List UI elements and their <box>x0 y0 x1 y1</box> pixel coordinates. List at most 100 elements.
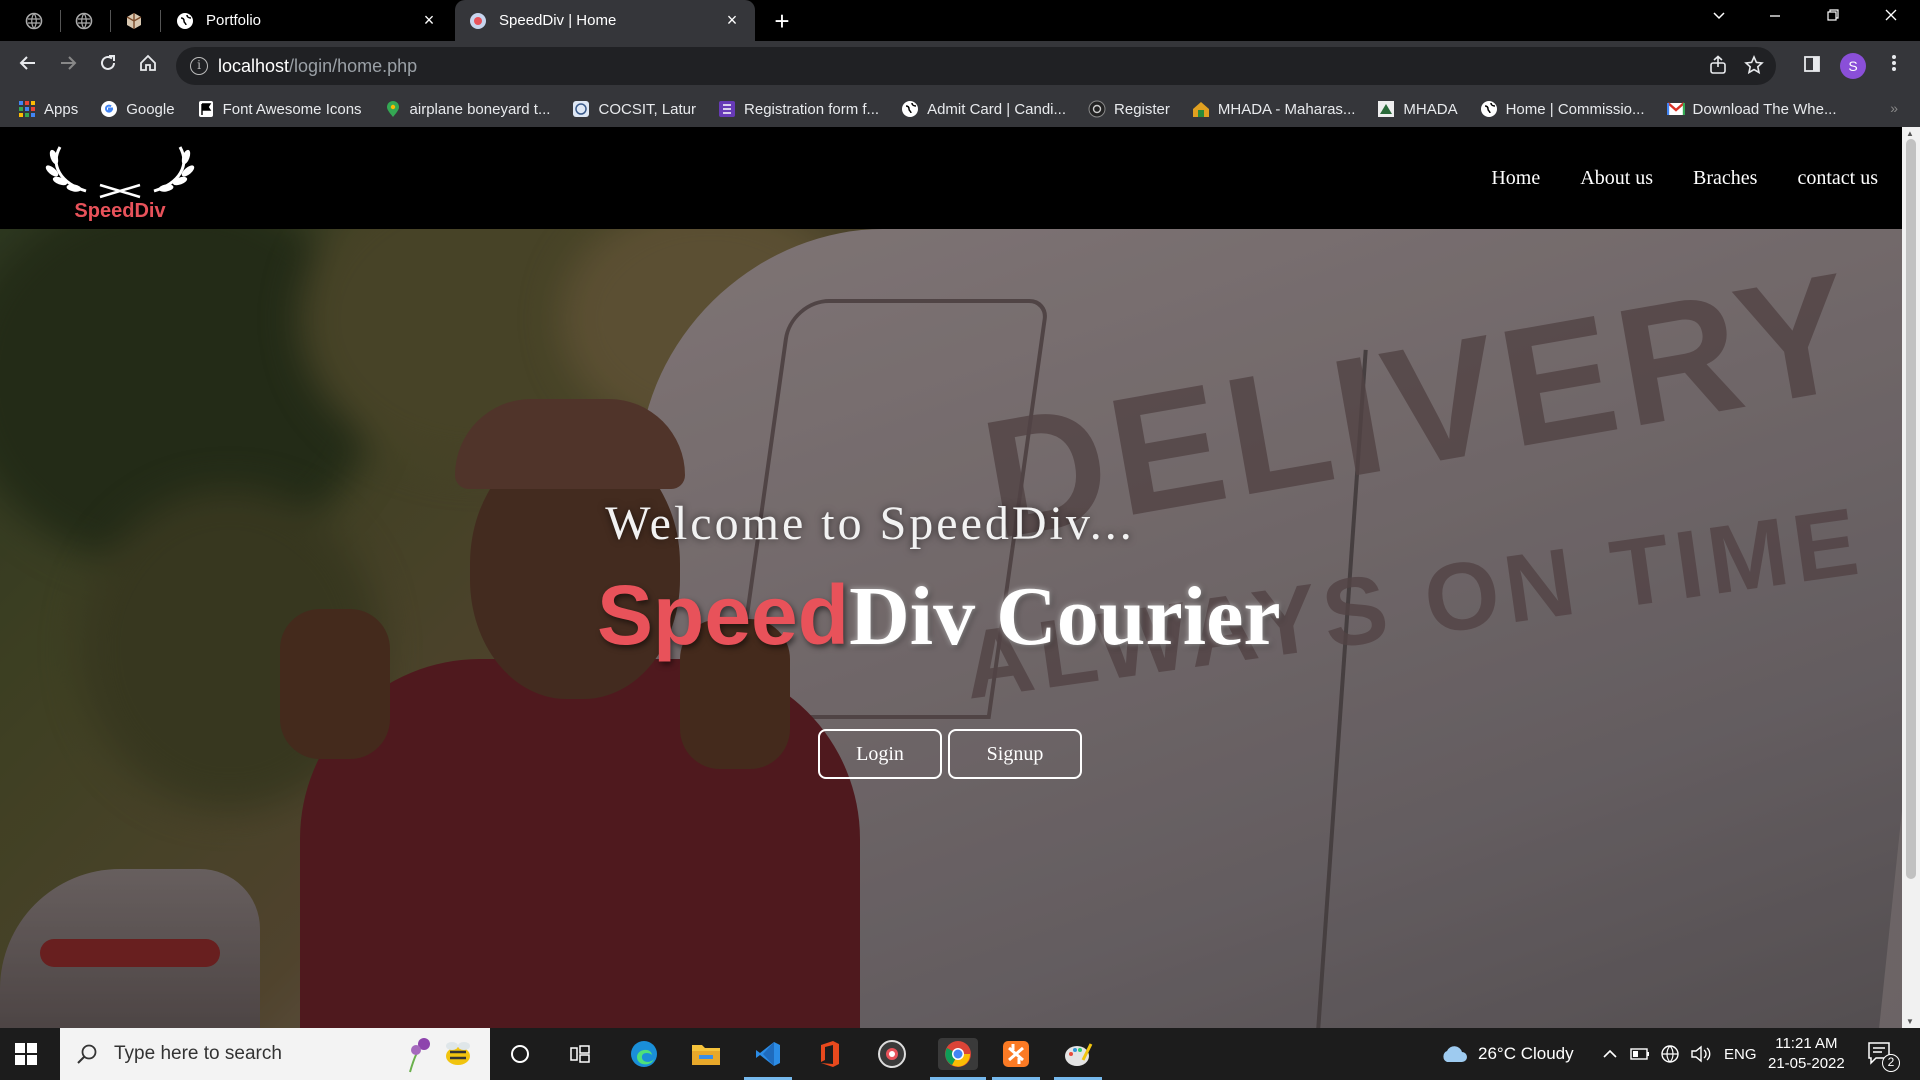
tab-title: SpeedDiv | Home <box>499 12 617 29</box>
back-icon[interactable] <box>14 53 42 81</box>
login-button[interactable]: Login <box>818 729 942 779</box>
speeddiv-logo[interactable]: SpeedDiv <box>40 135 200 223</box>
page-viewport: SpeedDiv Home About us Braches contact u… <box>0 127 1902 1028</box>
bookmark-mhada[interactable]: MHADA <box>1377 100 1458 118</box>
more-bookmarks-chevron[interactable]: » <box>1890 100 1898 116</box>
battery-icon[interactable] <box>1630 1028 1650 1080</box>
nav-home[interactable]: Home <box>1491 167 1540 190</box>
bookmark-register[interactable]: Register <box>1088 100 1170 118</box>
minimize-icon[interactable] <box>1760 6 1790 27</box>
paint-icon[interactable] <box>1054 1038 1102 1080</box>
url-path: /login/home.php <box>289 56 418 76</box>
search-placeholder: Type here to search <box>114 1043 282 1064</box>
bookmark-home-commission[interactable]: Home | Commissio... <box>1480 100 1645 118</box>
taskbar-search-box[interactable]: Type here to search <box>60 1028 490 1080</box>
google-icon <box>101 101 118 117</box>
welcome-heading: Welcome to SpeedDiv... <box>605 497 1135 550</box>
bookmark-label: airplane boneyard t... <box>409 100 551 118</box>
forward-icon[interactable] <box>54 53 82 81</box>
browser-tab-strip: Portfolio × SpeedDiv | Home × + <box>0 0 1920 41</box>
weather-widget[interactable]: 26°C Cloudy <box>1440 1028 1574 1080</box>
bookmark-label: Home | Commissio... <box>1505 100 1645 118</box>
nav-contact-us[interactable]: contact us <box>1797 167 1878 190</box>
pinned-tab-globe[interactable] <box>12 8 56 34</box>
side-panel-icon[interactable] <box>1798 53 1826 81</box>
file-explorer-icon[interactable] <box>690 1038 722 1070</box>
cloud-icon <box>1443 1046 1467 1062</box>
reload-icon[interactable] <box>94 53 122 81</box>
tab-portfolio[interactable]: Portfolio × <box>162 0 452 41</box>
gmail-icon <box>1666 102 1685 115</box>
language-indicator[interactable]: ENG <box>1724 1028 1757 1080</box>
signup-button[interactable]: Signup <box>948 729 1082 779</box>
close-tab-icon[interactable]: × <box>723 10 741 31</box>
package-icon <box>126 13 142 29</box>
tab-speeddiv-home[interactable]: SpeedDiv | Home × <box>455 0 755 41</box>
apps-grid-icon <box>19 101 35 117</box>
bookmark-font-awesome[interactable]: Font Awesome Icons <box>197 100 362 118</box>
bookmark-label: MHADA <box>1403 100 1458 118</box>
pinned-tab-globe-2[interactable] <box>62 8 106 34</box>
register-icon <box>1088 100 1106 118</box>
address-bar[interactable]: i localhost/login/home.php <box>176 47 1776 85</box>
bookmark-admit-card[interactable]: Admit Card | Candi... <box>901 100 1066 118</box>
chrome-icon[interactable] <box>930 1038 986 1080</box>
close-window-icon[interactable] <box>1876 6 1906 27</box>
site-info-icon[interactable]: i <box>190 57 208 75</box>
taskbar-clock[interactable]: 11:21 AM 21-05-2022 <box>1768 1034 1845 1074</box>
bookmark-star-icon[interactable] <box>1744 55 1764 81</box>
clock-date: 21-05-2022 <box>1768 1055 1845 1072</box>
vscode-icon[interactable] <box>744 1038 792 1080</box>
obs-recorder-icon[interactable] <box>876 1038 908 1070</box>
kebab-menu-icon[interactable] <box>1880 53 1908 81</box>
bookmark-label: COCSIT, Latur <box>598 100 697 118</box>
site-navbar: SpeedDiv Home About us Braches contact u… <box>0 127 1902 229</box>
xampp-icon[interactable] <box>992 1038 1040 1080</box>
scroll-up-arrow-icon[interactable]: ▲ <box>1906 129 1914 138</box>
home-icon[interactable] <box>134 53 162 81</box>
scrollbar-thumb[interactable] <box>1906 139 1916 879</box>
page-scrollbar[interactable]: ▲ ▼ <box>1902 127 1920 1028</box>
cortana-icon[interactable] <box>504 1038 536 1070</box>
nav-branches[interactable]: Braches <box>1693 167 1757 190</box>
brand-speed-text: Speed <box>597 568 850 662</box>
windows-start-icon[interactable] <box>14 1042 38 1066</box>
scroll-down-arrow-icon[interactable]: ▼ <box>1906 1017 1914 1026</box>
notification-count-badge: 2 <box>1882 1054 1900 1072</box>
bookmark-google[interactable]: Google <box>100 100 175 118</box>
college-icon <box>573 101 590 117</box>
pinned-tab-extension[interactable] <box>112 8 156 34</box>
edge-icon[interactable] <box>628 1038 660 1070</box>
profile-avatar[interactable]: S <box>1840 53 1866 79</box>
volume-icon[interactable] <box>1690 1028 1712 1080</box>
share-icon[interactable] <box>1708 55 1728 81</box>
brand-heading: SpeedDiv Courier <box>597 567 1281 665</box>
office-icon[interactable] <box>814 1038 846 1070</box>
bookmark-label: MHADA - Maharas... <box>1217 100 1356 118</box>
restore-icon[interactable] <box>1818 6 1848 27</box>
map-pin-icon <box>386 101 399 117</box>
bookmark-airplane-boneyard[interactable]: airplane boneyard t... <box>384 100 551 118</box>
bookmark-registration-form[interactable]: Registration form f... <box>718 100 879 118</box>
bookmark-download-wheel[interactable]: Download The Whe... <box>1666 100 1837 118</box>
mhada-icon <box>1192 102 1209 117</box>
tab-separator <box>160 10 161 32</box>
close-tab-icon[interactable]: × <box>420 10 438 31</box>
tab-search-chevron-icon[interactable] <box>1704 6 1734 27</box>
tab-separator <box>60 10 61 32</box>
network-globe-icon[interactable] <box>1660 1028 1680 1080</box>
notifications-button[interactable]: 2 <box>1866 1028 1900 1080</box>
show-hidden-icons-chevron-icon[interactable] <box>1602 1028 1618 1080</box>
bookmark-label: Registration form f... <box>744 100 880 118</box>
nav-about-us[interactable]: About us <box>1580 167 1653 190</box>
bookmark-mhada-maharashtra[interactable]: MHADA - Maharas... <box>1192 100 1356 118</box>
globe-icon <box>1480 101 1497 117</box>
url-text[interactable]: localhost/login/home.php <box>218 56 417 77</box>
bookmark-apps[interactable]: Apps <box>18 100 78 118</box>
task-view-icon[interactable] <box>564 1038 596 1070</box>
new-tab-button[interactable]: + <box>768 8 796 34</box>
bookmark-label: Download The Whe... <box>1692 100 1837 118</box>
bookmark-label: Register <box>1114 100 1170 118</box>
mhada-logo-icon <box>1378 101 1395 117</box>
bookmark-cocsit[interactable]: COCSIT, Latur <box>572 100 696 118</box>
